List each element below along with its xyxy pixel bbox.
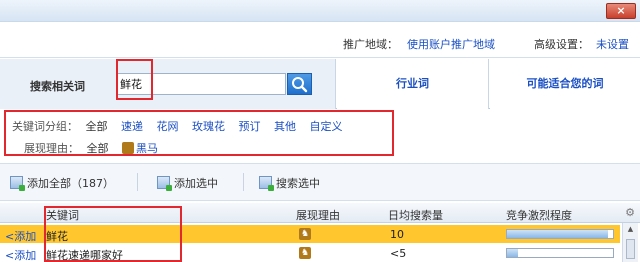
search-input[interactable]: [116, 73, 286, 95]
tab-industry-words[interactable]: 行业词: [337, 59, 489, 109]
group-custom[interactable]: 自定义: [310, 120, 343, 133]
search-label: 搜索相关词: [30, 80, 85, 93]
group-flower-net[interactable]: 花网: [157, 120, 179, 133]
group-all[interactable]: 全部: [86, 120, 108, 133]
group-express[interactable]: 速递: [121, 120, 143, 133]
column-settings-icon[interactable]: ⚙: [622, 203, 638, 223]
add-all-button[interactable]: 添加全部（187）: [10, 175, 114, 191]
title-bar: ×: [0, 0, 640, 22]
region-label: 推广地域：: [343, 38, 398, 51]
table-row[interactable]: <添加 鲜花速递哪家好 ♞ <5: [0, 244, 620, 262]
add-selected-icon: [157, 176, 172, 191]
search-icon: [292, 77, 308, 93]
close-icon: ×: [616, 4, 626, 17]
col-keyword[interactable]: 关键词: [46, 207, 79, 223]
col-competition[interactable]: 竞争激烈程度: [506, 207, 572, 223]
advanced-settings-link[interactable]: 未设置: [596, 36, 629, 52]
search-button[interactable]: [287, 73, 312, 95]
reason-filter-row: 展现理由： 全部 黑马: [24, 140, 168, 156]
reason-dark-horse[interactable]: 黑马: [136, 142, 158, 155]
add-selected-button[interactable]: 添加选中: [157, 175, 218, 191]
toolbar-divider: [137, 173, 138, 191]
add-link[interactable]: <添加: [5, 247, 36, 262]
tab-industry-label: 行业词: [396, 77, 429, 90]
tab-search-related[interactable]: 搜索相关词: [0, 59, 336, 109]
grid-header: 关键词 展现理由 日均搜索量 竞争激烈程度: [0, 203, 640, 223]
reason-filter-label: 展现理由：: [24, 142, 79, 155]
dark-horse-icon: [122, 142, 134, 154]
advanced-settings-label: 高级设置：: [534, 38, 589, 51]
col-reason[interactable]: 展现理由: [296, 207, 340, 223]
region-link[interactable]: 使用账户推广地域: [407, 36, 495, 52]
search-selected-label: 搜索选中: [276, 177, 320, 190]
group-filter-label: 关键词分组：: [12, 120, 78, 133]
tab-suggested-words[interactable]: 可能适合您的词: [490, 59, 640, 109]
scroll-up-icon[interactable]: ▲: [626, 225, 635, 234]
group-other[interactable]: 其他: [274, 120, 296, 133]
reason-all[interactable]: 全部: [87, 142, 109, 155]
filter-area: 关键词分组： 全部 速递 花网 玫瑰花 预订 其他 自定义 展现理由： 全部 黑…: [0, 110, 640, 156]
add-icon: [10, 176, 25, 191]
add-link[interactable]: <添加: [5, 228, 36, 244]
dark-horse-icon: ♞: [299, 228, 311, 240]
volume-cell: 10: [390, 228, 404, 241]
dark-horse-icon: ♞: [299, 247, 311, 259]
volume-cell: <5: [390, 247, 407, 260]
competition-bar: [506, 248, 614, 258]
toolbar-divider: [243, 173, 244, 191]
table-row[interactable]: <添加 鲜花 ♞ 10: [0, 225, 620, 243]
add-selected-label: 添加选中: [174, 177, 218, 190]
keyword-cell: 鲜花速递哪家好: [46, 249, 123, 262]
add-all-label: 添加全部（187）: [27, 177, 114, 190]
search-selected-button[interactable]: 搜索选中: [259, 175, 320, 191]
toolbar: 添加全部（187） 添加选中 搜索选中: [0, 163, 640, 201]
settings-row: 推广地域： 使用账户推广地域 高级设置： 未设置: [0, 22, 640, 58]
group-booking[interactable]: 预订: [239, 120, 261, 133]
search-selected-icon: [259, 176, 274, 191]
grid-scrollbar[interactable]: ▲: [622, 223, 638, 262]
col-volume[interactable]: 日均搜索量: [388, 207, 443, 223]
keyword-cell: 鲜花: [46, 230, 68, 243]
tabs-row: 搜索相关词 行业词 可能适合您的词: [0, 59, 640, 109]
close-button[interactable]: ×: [606, 3, 636, 19]
tab-suggested-label: 可能适合您的词: [526, 77, 604, 90]
competition-bar: [506, 229, 614, 239]
group-rose[interactable]: 玫瑰花: [192, 120, 225, 133]
group-filter-row: 关键词分组： 全部 速递 花网 玫瑰花 预订 其他 自定义: [12, 118, 353, 134]
scroll-thumb[interactable]: [626, 239, 635, 259]
